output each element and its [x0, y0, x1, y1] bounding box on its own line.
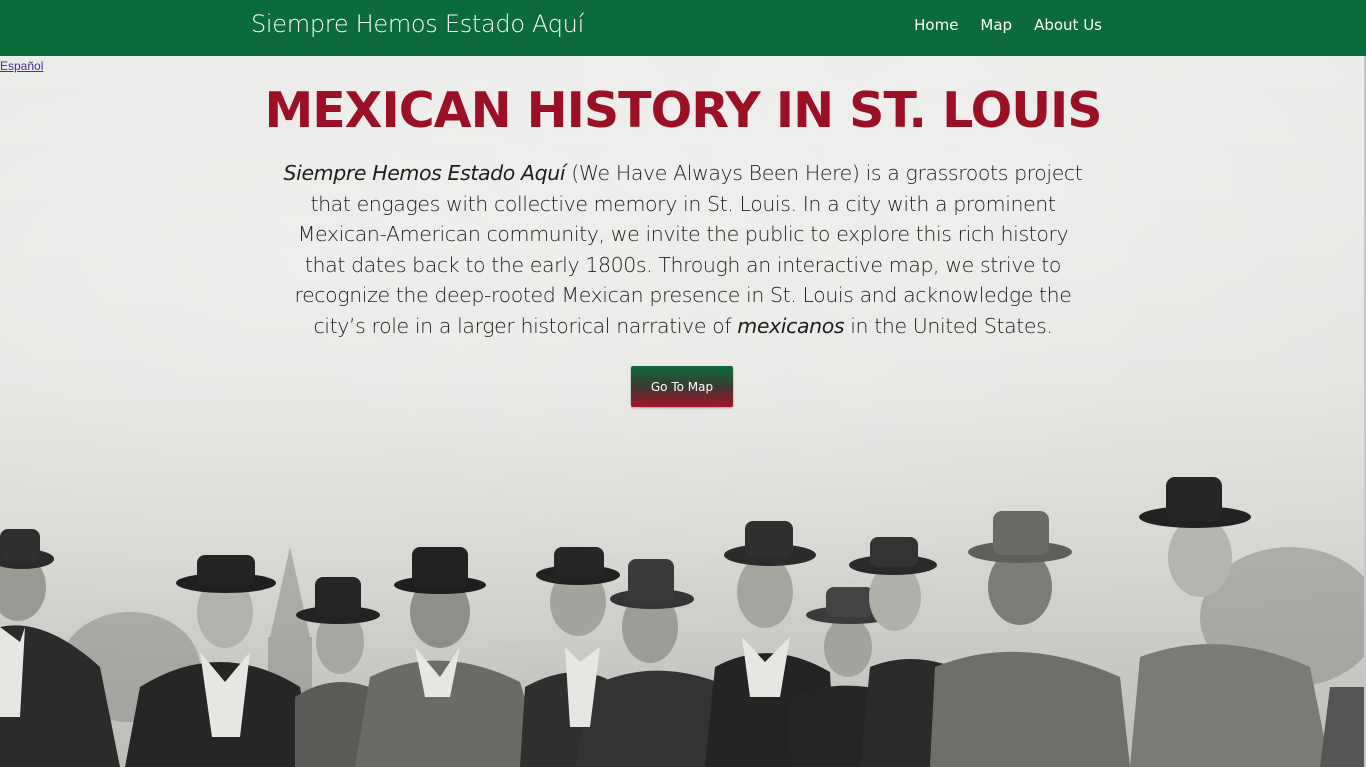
site-brand-link[interactable]: Siempre Hemos Estado Aquí [251, 10, 584, 38]
nav-links: Home Map About Us [914, 16, 1102, 34]
nav-home-link[interactable]: Home [914, 16, 958, 34]
language-toggle-link[interactable]: Español [0, 59, 43, 73]
page: Siempre Hemos Estado Aquí Home Map About… [0, 0, 1366, 767]
top-navbar: Siempre Hemos Estado Aquí Home Map About… [0, 0, 1366, 56]
nav-map-link[interactable]: Map [980, 16, 1012, 34]
nav-about-link[interactable]: About Us [1034, 16, 1102, 34]
intro-text-part2: in the United States. [844, 313, 1053, 338]
go-to-map-button[interactable]: Go To Map [631, 366, 733, 407]
hero-title: MEXICAN HISTORY IN ST. LOUIS [264, 82, 1102, 139]
project-name-italic: Siempre Hemos Estado Aquí [283, 161, 566, 185]
hero-intro: Siempre Hemos Estado Aquí (We Have Alway… [283, 158, 1083, 341]
intro-text-part1: (We Have Always Been Here) is a grassroo… [294, 161, 1083, 338]
mexicanos-italic: mexicanos [737, 313, 845, 338]
